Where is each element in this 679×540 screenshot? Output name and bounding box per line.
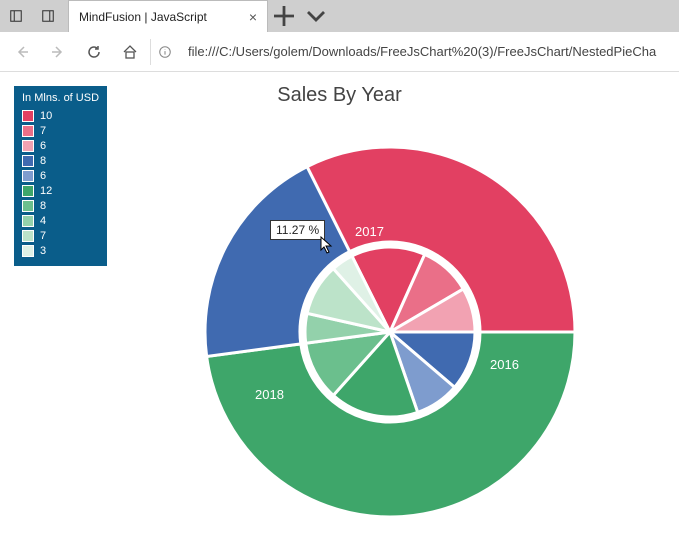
- legend-swatch: [22, 245, 34, 257]
- window-titlebar: MindFusion | JavaScript ×: [0, 0, 679, 32]
- page-content: Sales By Year In Mlns. of USD 10 7 6 8 6 12 8 4…: [0, 72, 679, 540]
- legend-item: 8: [22, 198, 99, 213]
- window-panel-right-icon[interactable]: [32, 0, 64, 32]
- legend-label: 3: [40, 245, 46, 257]
- legend-label: 12: [40, 185, 52, 197]
- legend-swatch: [22, 110, 34, 122]
- legend-item: 8: [22, 153, 99, 168]
- browser-tab[interactable]: MindFusion | JavaScript ×: [68, 0, 268, 32]
- legend-label: 4: [40, 215, 46, 227]
- legend-swatch: [22, 140, 34, 152]
- legend-item: 7: [22, 123, 99, 138]
- legend-label: 8: [40, 200, 46, 212]
- browser-toolbar: [0, 32, 679, 72]
- legend-item: 6: [22, 168, 99, 183]
- tabs-chevron-down-icon[interactable]: [300, 0, 332, 32]
- close-icon[interactable]: ×: [249, 9, 257, 25]
- legend-label: 8: [40, 155, 46, 167]
- legend-label: 6: [40, 170, 46, 182]
- legend-swatch: [22, 215, 34, 227]
- slice-label-2017: 2017: [355, 224, 384, 239]
- new-tab-button[interactable]: [268, 0, 300, 32]
- legend-label: 7: [40, 230, 46, 242]
- home-button[interactable]: [114, 36, 146, 68]
- legend-title: In Mlns. of USD: [22, 92, 99, 104]
- legend-swatch: [22, 170, 34, 182]
- legend-swatch: [22, 200, 34, 212]
- legend-item: 3: [22, 243, 99, 258]
- slice-label-2018: 2018: [255, 387, 284, 402]
- slice-label-2016: 2016: [490, 357, 519, 372]
- legend-swatch: [22, 125, 34, 137]
- chart-tooltip: 11.27 %: [270, 220, 325, 240]
- legend-item: 6: [22, 138, 99, 153]
- legend-label: 7: [40, 125, 46, 137]
- refresh-button[interactable]: [78, 36, 110, 68]
- legend-item: 4: [22, 213, 99, 228]
- site-info-icon[interactable]: [150, 39, 178, 65]
- legend-item: 12: [22, 183, 99, 198]
- tab-title: MindFusion | JavaScript: [79, 10, 241, 24]
- back-button[interactable]: [6, 36, 38, 68]
- address-bar[interactable]: [182, 39, 673, 65]
- legend-label: 6: [40, 140, 46, 152]
- tab-strip: MindFusion | JavaScript ×: [64, 0, 679, 32]
- legend-item: 7: [22, 228, 99, 243]
- forward-button[interactable]: [42, 36, 74, 68]
- legend-swatch: [22, 230, 34, 242]
- chart-title: Sales By Year: [10, 84, 669, 107]
- legend-label: 10: [40, 110, 52, 122]
- window-panel-left-icon[interactable]: [0, 0, 32, 32]
- legend-swatch: [22, 185, 34, 197]
- cursor-icon: [320, 236, 334, 254]
- legend-item: 10: [22, 108, 99, 123]
- legend-swatch: [22, 155, 34, 167]
- chart-legend: In Mlns. of USD 10 7 6 8 6 12 8 4 7 3: [14, 86, 107, 266]
- nested-pie-chart: 2016 2017 2018 11.27 %: [190, 132, 600, 532]
